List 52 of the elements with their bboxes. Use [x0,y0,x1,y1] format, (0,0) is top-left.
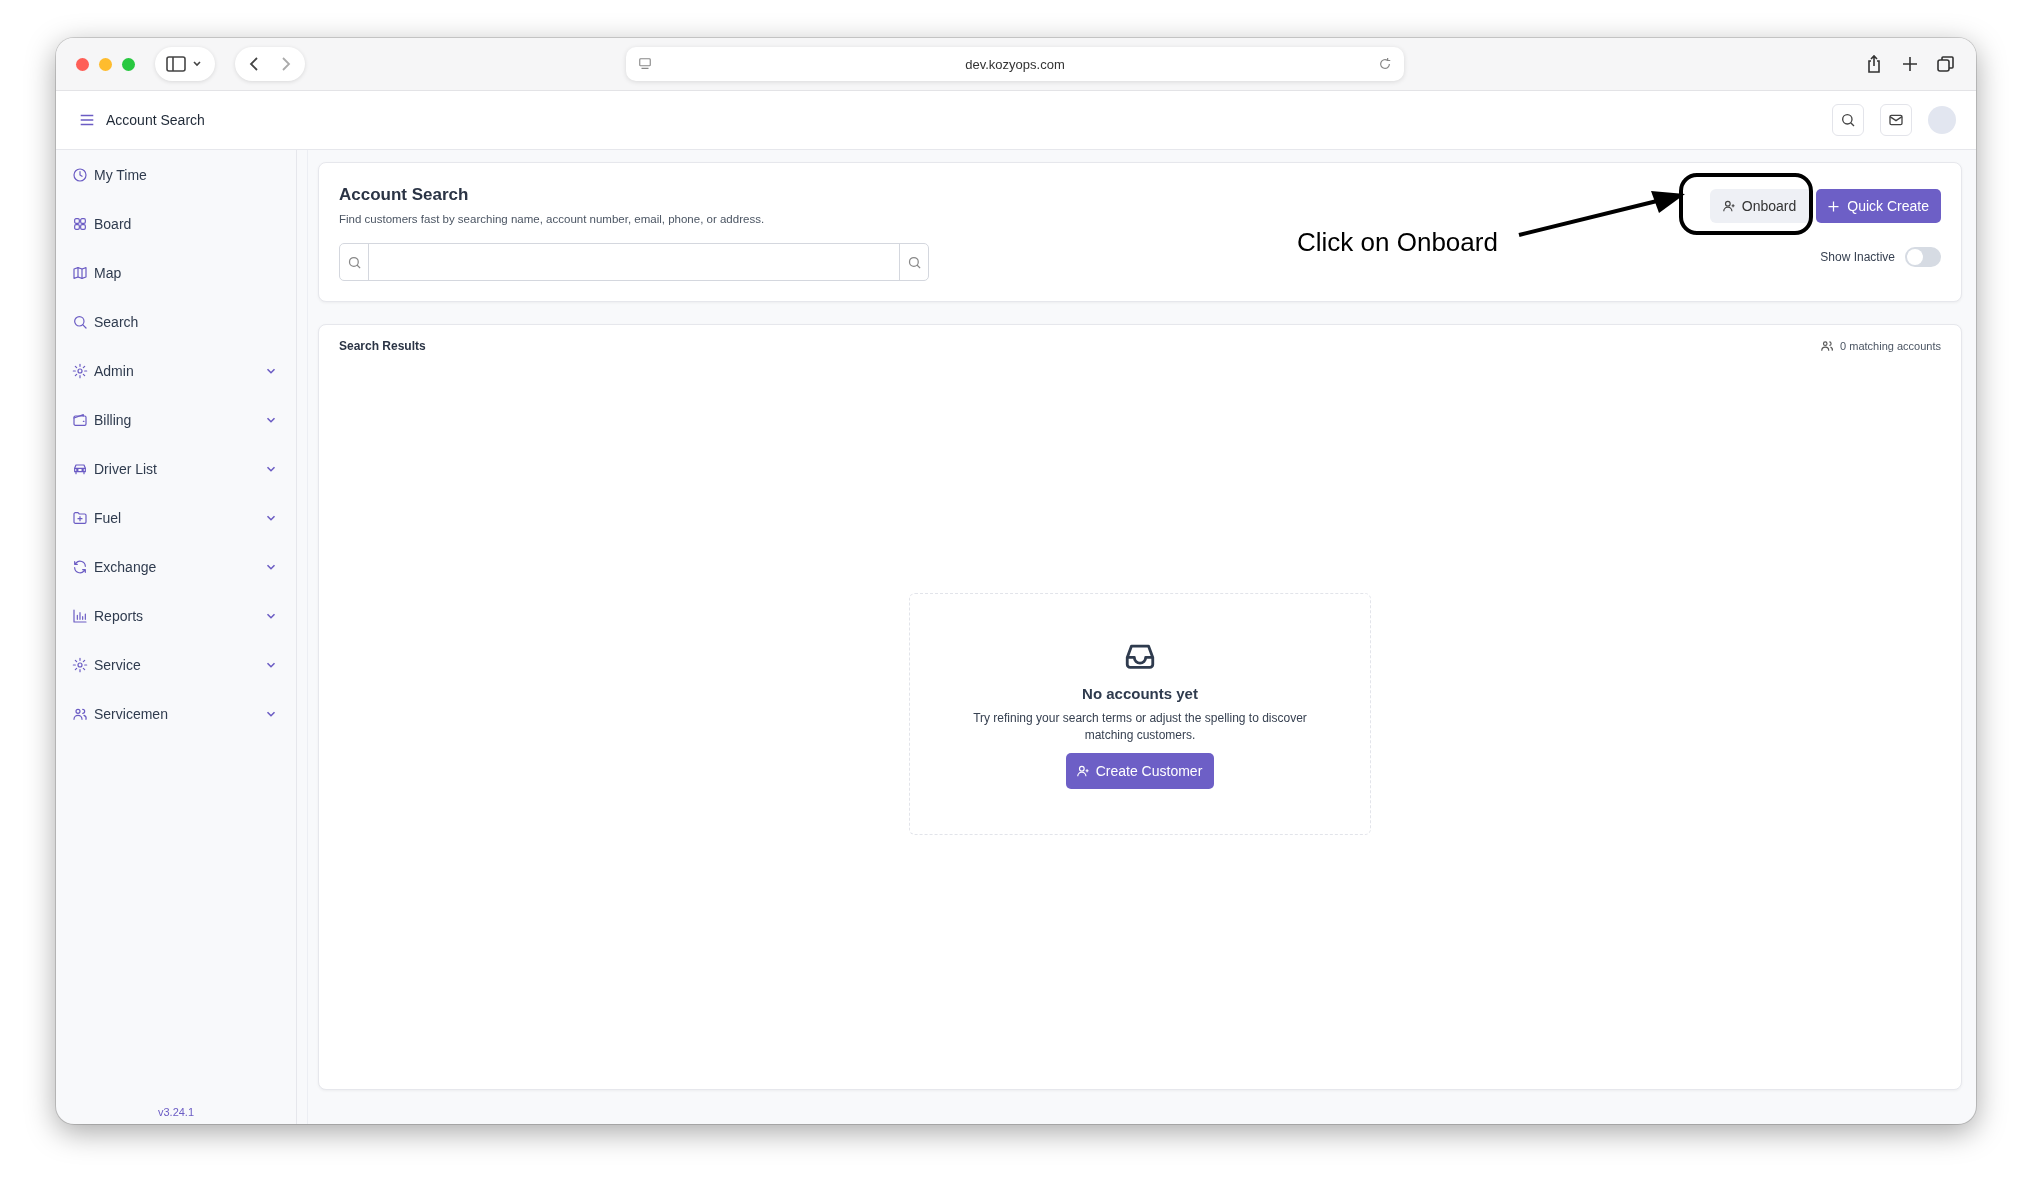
sidebar-item[interactable]: Fuel [56,493,296,542]
match-count: 0 matching accounts [1840,340,1941,352]
sidebar-item[interactable]: Map [56,248,296,297]
sidebar-item[interactable]: Servicemen [56,689,296,738]
grid-icon [72,215,88,232]
user-plus-icon [1075,764,1090,779]
sidebar-item[interactable]: My Time [56,150,296,199]
mail-icon [1888,112,1904,128]
clock-icon [72,166,88,183]
show-inactive-label: Show Inactive [1820,250,1895,264]
tabs-overview-icon[interactable] [1936,54,1956,74]
map-icon [72,264,88,281]
sidebar-item[interactable]: Driver List [56,444,296,493]
search-icon [346,254,362,270]
create-customer-button[interactable]: Create Customer [1065,753,1215,790]
quick-create-button[interactable]: Quick Create [1816,189,1941,223]
reload-icon[interactable] [1378,57,1392,71]
gear-icon [72,362,88,379]
page-icon [638,57,652,71]
mail-button[interactable] [1880,104,1912,136]
address-bar[interactable]: dev.kozyops.com [626,47,1404,81]
user-plus-icon [1721,199,1736,213]
sidebar-item[interactable]: Reports [56,591,296,640]
search-button[interactable] [1832,104,1864,136]
folder-plus-icon [72,509,88,526]
sidebar-item[interactable]: Service [56,640,296,689]
search-field[interactable] [339,243,929,281]
empty-message: Try refining your search terms or adjust the spelling to discover matching customers. [972,709,1308,744]
empty-title: No accounts yet [1082,684,1198,702]
new-tab-icon[interactable] [1900,54,1920,74]
page-title: Account Search [106,112,205,128]
wallet-icon [72,411,88,428]
annotation-text: Click on Onboard [1297,227,1498,258]
search-icon [1840,112,1856,128]
sidebar-item[interactable]: Exchange [56,542,296,591]
close-window-button[interactable] [76,57,89,71]
panel-subtitle: Find customers fast by searching name, account number, email, phone, or address. [339,213,766,225]
results-title: Search Results [339,339,426,353]
search-icon[interactable] [906,254,922,270]
sidebar-item[interactable]: Admin [56,346,296,395]
zoom-window-button[interactable] [122,57,135,71]
sidebar-toggle-button[interactable] [155,47,215,81]
search-icon [72,313,88,330]
refresh-icon [72,558,88,575]
panel-title: Account Search [339,185,470,205]
sidebar-item[interactable]: Search [56,297,296,346]
sidebar-item[interactable]: Board [56,199,296,248]
users-icon [1820,339,1835,353]
sidebar-item[interactable]: Billing [56,395,296,444]
bar-chart-icon [72,607,88,624]
gear-icon [72,656,88,673]
version-label: v3.24.1 [156,1106,196,1118]
